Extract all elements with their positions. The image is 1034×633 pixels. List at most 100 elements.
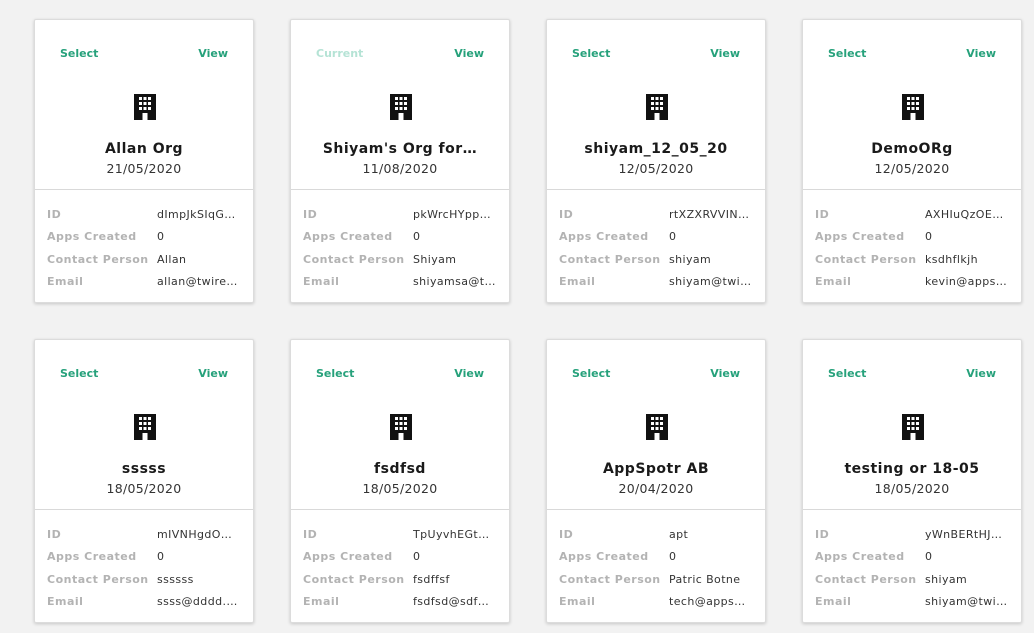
email-value: ssss@dddd.…: [157, 595, 238, 609]
apps-created-label: Apps Created: [303, 550, 393, 564]
select-button[interactable]: Select: [60, 47, 98, 60]
detail-row-id: ID dImpJkSIqG…: [35, 206, 253, 228]
view-button[interactable]: View: [966, 367, 996, 380]
select-button[interactable]: Select: [828, 47, 866, 60]
detail-row-id: ID mIVNHgdO…: [35, 526, 253, 548]
detail-row-email: Email tech@apps…: [547, 593, 765, 615]
email-label: Email: [559, 275, 596, 289]
card-header: Select View Allan Org 21/05/2020: [35, 20, 253, 190]
email-value: fsdfsd@sdf…: [413, 595, 490, 609]
apps-created-label: Apps Created: [47, 230, 137, 244]
apps-created-value: 0: [925, 230, 933, 244]
detail-row-email: Email kevin@apps…: [803, 273, 1021, 295]
view-button[interactable]: View: [966, 47, 996, 60]
apps-created-value: 0: [413, 550, 421, 564]
view-button[interactable]: View: [710, 47, 740, 60]
organization-card: Current View Shiyam's Org for… 11/08/202…: [290, 19, 510, 303]
detail-row-id: ID rtXZXRVVIN…: [547, 206, 765, 228]
email-label: Email: [47, 595, 84, 609]
email-value: shiyamsa@t…: [413, 275, 496, 289]
organization-name: testing or 18-05: [844, 461, 980, 477]
card-header: Select View sssss 18/05/2020: [35, 340, 253, 510]
contact-person-label: Contact Person: [815, 572, 917, 586]
apps-created-label: Apps Created: [815, 230, 905, 244]
organization-date: 18/05/2020: [874, 481, 950, 496]
email-label: Email: [303, 275, 340, 289]
organization-date: 12/05/2020: [618, 161, 694, 176]
contact-person-value: ssssss: [157, 572, 194, 586]
organization-card: Select View AppSpotr AB 20/04/2020 ID ap…: [546, 339, 766, 623]
contact-person-value: Patric Botne: [669, 572, 741, 586]
apps-created-value: 0: [669, 550, 677, 564]
email-label: Email: [559, 595, 596, 609]
view-button[interactable]: View: [198, 367, 228, 380]
card-header: Select View DemoORg 12/05/2020: [803, 20, 1021, 190]
id-value: mIVNHgdO…: [157, 528, 233, 541]
card-details: ID yWnBERtHJ… Apps Created 0 Contact Per…: [803, 510, 1021, 616]
detail-row-contact-person: Contact Person Patric Botne: [547, 571, 765, 593]
apps-created-label: Apps Created: [303, 230, 393, 244]
detail-row-apps-created: Apps Created 0: [35, 228, 253, 250]
select-button[interactable]: Select: [316, 367, 354, 380]
view-button[interactable]: View: [710, 367, 740, 380]
organization-card: Select View sssss 18/05/2020 ID mIVNHgdO…: [34, 339, 254, 623]
detail-row-id: ID TpUyvhEGt…: [291, 526, 509, 548]
detail-row-email: Email shiyam@twi…: [803, 593, 1021, 615]
select-button[interactable]: Select: [60, 367, 98, 380]
organization-date: 11/08/2020: [362, 161, 438, 176]
organization-card: Select View fsdfsd 18/05/2020 ID TpUyvhE…: [290, 339, 510, 623]
view-button[interactable]: View: [454, 367, 484, 380]
email-value: allan@twire…: [157, 275, 238, 289]
building-icon: [134, 414, 156, 440]
id-value: AXHIuQzOE…: [925, 208, 1004, 221]
card-header: Select View testing or 18-05 18/05/2020: [803, 340, 1021, 510]
view-button[interactable]: View: [454, 47, 484, 60]
organization-date: 20/04/2020: [618, 481, 694, 496]
detail-row-contact-person: Contact Person Allan: [35, 251, 253, 273]
contact-person-value: shiyam: [925, 572, 968, 586]
select-button[interactable]: Select: [828, 367, 866, 380]
apps-created-label: Apps Created: [559, 550, 649, 564]
view-button[interactable]: View: [198, 47, 228, 60]
email-label: Email: [47, 275, 84, 289]
detail-row-contact-person: Contact Person shiyam: [803, 571, 1021, 593]
detail-row-id: ID yWnBERtHJ…: [803, 526, 1021, 548]
id-label: ID: [559, 208, 574, 221]
detail-row-apps-created: Apps Created 0: [291, 228, 509, 250]
organization-name: Shiyam's Org for…: [322, 141, 478, 157]
select-button[interactable]: Select: [572, 47, 610, 60]
card-header: Current View Shiyam's Org for… 11/08/202…: [291, 20, 509, 190]
detail-row-contact-person: Contact Person ksdhflkjh: [803, 251, 1021, 273]
id-value: yWnBERtHJ…: [925, 528, 1003, 541]
detail-row-email: Email fsdfsd@sdf…: [291, 593, 509, 615]
id-value: dImpJkSIqG…: [157, 208, 236, 221]
organization-date: 12/05/2020: [874, 161, 950, 176]
contact-person-label: Contact Person: [47, 252, 149, 266]
organization-name: DemoORg: [871, 141, 953, 157]
organization-card: Select View shiyam_12_05_20 12/05/2020 I…: [546, 19, 766, 303]
card-details: ID TpUyvhEGt… Apps Created 0 Contact Per…: [291, 510, 509, 616]
contact-person-value: shiyam: [669, 252, 712, 266]
email-label: Email: [815, 275, 852, 289]
detail-row-apps-created: Apps Created 0: [547, 228, 765, 250]
organization-grid: Select View Allan Org 21/05/2020 ID dImp…: [0, 0, 1034, 633]
select-button[interactable]: Select: [572, 367, 610, 380]
building-icon: [390, 414, 412, 440]
detail-row-email: Email allan@twire…: [35, 273, 253, 295]
id-value: TpUyvhEGt…: [413, 528, 490, 541]
contact-person-value: ksdhflkjh: [925, 252, 978, 266]
organization-date: 18/05/2020: [106, 481, 182, 496]
detail-row-id: ID pkWrcHYpp…: [291, 206, 509, 228]
detail-row-email: Email ssss@dddd.…: [35, 593, 253, 615]
id-label: ID: [815, 528, 830, 541]
detail-row-email: Email shiyam@twi…: [547, 273, 765, 295]
building-icon: [390, 94, 412, 120]
id-label: ID: [47, 528, 62, 541]
id-value: rtXZXRVVIN…: [669, 208, 750, 221]
card-details: ID rtXZXRVVIN… Apps Created 0 Contact Pe…: [547, 190, 765, 296]
email-label: Email: [815, 595, 852, 609]
contact-person-value: Shiyam: [413, 252, 457, 266]
email-value: kevin@apps…: [925, 275, 1008, 289]
apps-created-label: Apps Created: [47, 550, 137, 564]
organization-date: 21/05/2020: [106, 161, 182, 176]
